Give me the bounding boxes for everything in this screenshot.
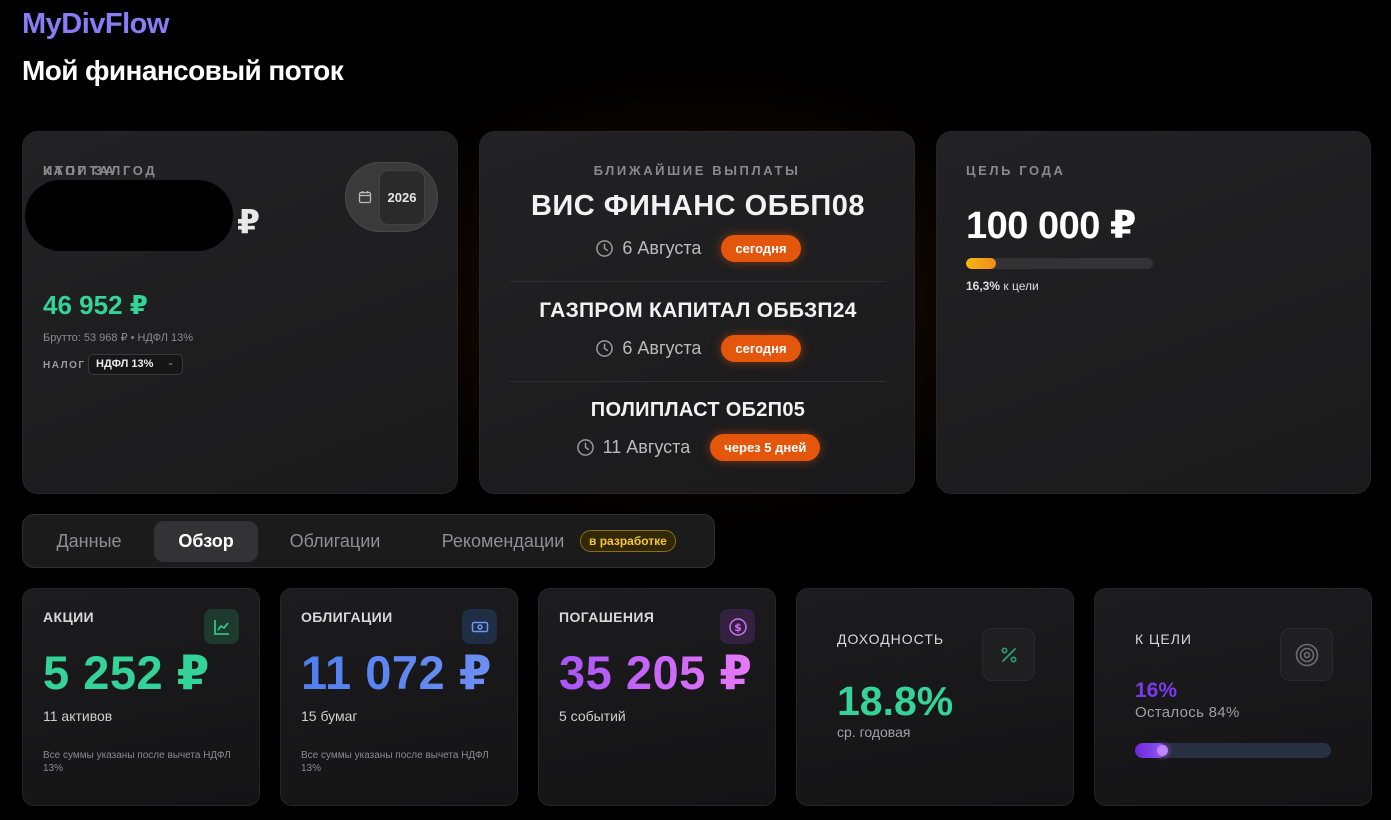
payout-name: ПОЛИПЛАСТ ОБ2П05 — [590, 399, 806, 421]
payout-badge: сегодня — [721, 335, 801, 362]
payout-date: 11 Августа — [602, 437, 691, 457]
to-goal-label: К ЦЕЛИ — [1135, 631, 1192, 647]
tab-bonds[interactable]: Облигации — [270, 521, 400, 562]
payout-item: ВИС ФИНАНС ОББП08 6 Августа сегодня — [510, 190, 886, 262]
year-value[interactable]: 2026 — [379, 170, 425, 225]
stocks-note: Все суммы указаны после вычета НДФЛ 13% — [43, 750, 231, 774]
yield-card: ДОХОДНОСТЬ 18.8% ср. годовая — [796, 588, 1074, 806]
tab-overview[interactable]: Обзор — [154, 521, 258, 562]
divider — [510, 381, 886, 382]
yield-sub: ср. годовая — [837, 724, 911, 740]
capital-currency: ₽ — [237, 203, 260, 240]
clock-icon — [596, 340, 614, 357]
goal-caption-suffix: к цели — [1003, 279, 1039, 293]
repayments-label: ПОГАШЕНИЯ — [559, 609, 655, 625]
payout-name: ВИС ФИНАНС ОББП08 — [530, 190, 866, 222]
upcoming-payouts-card: БЛИЖАЙШИЕ ВЫПЛАТЫ ВИС ФИНАНС ОББП08 6 Ав… — [479, 131, 915, 494]
bonds-value: 11 072 ₽ — [301, 646, 492, 699]
to-goal-card: К ЦЕЛИ 16% Осталось 84% — [1094, 588, 1372, 806]
goal-progress-bar — [966, 258, 1153, 269]
repayments-count: 5 событий — [559, 708, 626, 724]
yield-value: 18.8% — [837, 678, 954, 724]
banknote-icon — [462, 609, 497, 644]
repayments-value: 35 205 ₽ — [559, 646, 753, 699]
svg-text:$: $ — [734, 621, 742, 634]
progress-knob — [1157, 745, 1169, 756]
year-total-label: ИТОГ ЗА ГОД — [43, 163, 158, 178]
bonds-note: Все суммы указаны после вычета НДФЛ 13% — [301, 750, 489, 774]
clock-icon — [596, 240, 614, 257]
stocks-value: 5 252 ₽ — [43, 646, 210, 699]
goal-progress-pct: 16,3% — [966, 279, 1001, 293]
divider — [510, 281, 886, 282]
stocks-card: АКЦИИ 5 252 ₽ 11 активов Все суммы указа… — [22, 588, 260, 806]
to-goal-progress-fill — [1135, 743, 1169, 758]
payout-date: 6 Августа — [622, 338, 702, 358]
stocks-count: 11 активов — [43, 708, 113, 724]
tab-recommendations[interactable]: Рекомендации — [423, 521, 583, 562]
bonds-label: ОБЛИГАЦИИ — [301, 609, 393, 625]
chart-line-icon — [204, 609, 239, 644]
brand-logo: MyDivFlow — [22, 8, 169, 40]
stocks-label: АКЦИИ — [43, 609, 95, 625]
payout-item: ПОЛИПЛАСТ ОБ2П05 11 Августа через 5 дней — [510, 399, 886, 461]
tax-select[interactable]: НДФЛ 13% ⌄ — [88, 354, 183, 375]
target-icon — [1280, 628, 1333, 681]
bonds-card: ОБЛИГАЦИИ 11 072 ₽ 15 бумаг Все суммы ук… — [280, 588, 518, 806]
payout-name: ГАЗПРОМ КАПИТАЛ ОББЗП24 — [539, 299, 857, 322]
dollar-coin-icon: $ — [720, 609, 755, 644]
payout-badge: сегодня — [721, 235, 801, 262]
repayments-card: ПОГАШЕНИЯ $ 35 205 ₽ 5 событий — [538, 588, 776, 806]
payout-date: 6 Августа — [622, 238, 702, 258]
to-goal-remaining: Осталось 84% — [1135, 704, 1240, 721]
goal-value: 100 000 ₽ — [966, 205, 1136, 247]
clock-icon — [576, 439, 594, 456]
goal-progress-fill — [966, 258, 997, 269]
tax-select-value: НДФЛ 13% — [96, 358, 154, 370]
tax-label: НАЛОГ — [43, 360, 86, 371]
year-goal-card: ЦЕЛЬ ГОДА 100 000 ₽ 16,3% к цели — [936, 131, 1371, 494]
percent-icon — [982, 628, 1035, 681]
in-development-badge: в разработке — [580, 530, 676, 552]
page-title: Мой финансовый поток — [22, 55, 344, 86]
gross-text: Брутто: 53 968 ₽ • НДФЛ 13% — [43, 332, 193, 344]
capital-value-redacted — [25, 180, 233, 251]
yield-label: ДОХОДНОСТЬ — [837, 631, 945, 647]
payout-badge: через 5 дней — [710, 434, 821, 461]
calendar-icon — [358, 191, 372, 204]
payouts-label: БЛИЖАЙШИЕ ВЫПЛАТЫ — [593, 163, 801, 178]
year-selector[interactable]: 2026 — [345, 162, 438, 232]
to-goal-value: 16% — [1135, 679, 1178, 702]
capital-card: КАПИТАЛ ₽ 2026 ИТОГ ЗА ГОД 46 952 ₽ Брут… — [22, 131, 458, 494]
chevron-down-icon: ⌄ — [167, 358, 174, 367]
bonds-count: 15 бумаг — [301, 708, 358, 724]
payout-item: ГАЗПРОМ КАПИТАЛ ОББЗП24 6 Августа сегодн… — [510, 299, 886, 362]
to-goal-progress-bar — [1135, 743, 1331, 758]
tab-data[interactable]: Данные — [31, 521, 147, 562]
goal-label: ЦЕЛЬ ГОДА — [966, 163, 1066, 178]
goal-caption: 16,3% к цели — [966, 279, 1039, 293]
tab-bar: Данные Обзор Облигации Рекомендации в ра… — [22, 514, 715, 568]
year-total-value: 46 952 ₽ — [43, 290, 148, 320]
